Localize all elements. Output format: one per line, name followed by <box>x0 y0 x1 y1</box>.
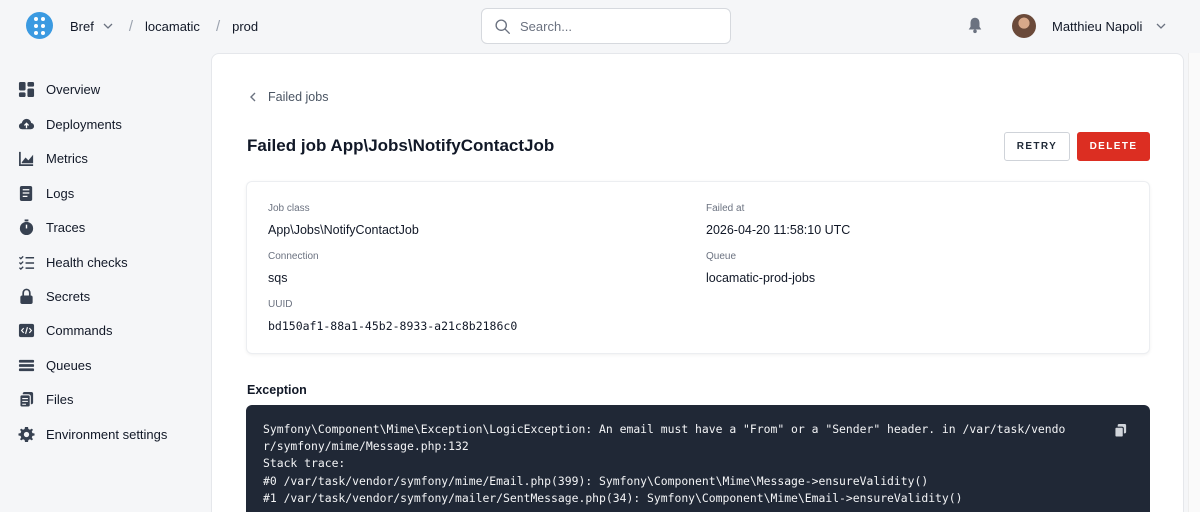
field-value: 2026-04-20 11:58:10 UTC <box>706 223 851 237</box>
breadcrumb: Bref / locamatic / prod <box>70 0 258 52</box>
sidebar-item-label: Deployments <box>46 116 122 132</box>
page-title: Failed job App\Jobs\NotifyContactJob <box>247 136 555 155</box>
chevron-down-icon <box>1156 23 1166 29</box>
breadcrumb-env[interactable]: prod <box>232 19 258 34</box>
sidebar: Overview Deployments Metrics Logs Traces… <box>0 52 211 512</box>
stopwatch-icon <box>19 218 34 235</box>
breadcrumb-org-label: Bref <box>70 18 94 34</box>
cloud-upload-icon <box>18 118 35 129</box>
delete-button[interactable]: DELETE <box>1077 132 1150 161</box>
field-label: UUID <box>268 299 293 310</box>
avatar[interactable] <box>1012 14 1036 38</box>
field-label: Failed at <box>706 203 745 214</box>
files-icon <box>19 391 34 408</box>
sidebar-item-label: Secrets <box>46 288 91 304</box>
checklist-icon <box>18 255 35 270</box>
field-label: Queue <box>706 251 737 262</box>
scrollbar[interactable] <box>1188 53 1200 512</box>
breadcrumb-app[interactable]: locamatic <box>145 19 200 34</box>
sidebar-item-label: Metrics <box>46 150 88 166</box>
code-line: Stack trace: <box>263 456 346 471</box>
sidebar-item-secrets[interactable]: Secrets <box>18 284 90 308</box>
breadcrumb-separator: / <box>128 17 134 35</box>
user-menu[interactable]: Matthieu Napoli <box>1052 0 1166 52</box>
retry-button[interactable]: RETRY <box>1004 132 1070 161</box>
bref-logo[interactable] <box>26 12 53 39</box>
code-line: Symfony\Component\Mime\Exception\LogicEx… <box>263 422 1066 436</box>
exception-code-block: Symfony\Component\Mime\Exception\LogicEx… <box>246 405 1150 512</box>
sidebar-item-queues[interactable]: Queues <box>18 353 92 377</box>
copy-icon[interactable] <box>1113 423 1128 438</box>
uuid-field: UUID bd150af1-88a1-45b2-8933-a21c8b2186c… <box>268 299 517 333</box>
connection-field: Connection sqs <box>268 251 319 285</box>
search-box[interactable] <box>481 8 731 44</box>
queue-field: Queue locamatic-prod-jobs <box>706 251 815 285</box>
back-link[interactable]: Failed jobs <box>248 90 328 104</box>
sidebar-item-commands[interactable]: Commands <box>18 318 112 342</box>
sidebar-item-deployments[interactable]: Deployments <box>18 112 122 136</box>
sidebar-item-label: Overview <box>46 81 101 97</box>
sidebar-item-health-checks[interactable]: Health checks <box>18 250 128 274</box>
exception-title: Exception <box>247 383 307 397</box>
logs-icon <box>19 185 33 201</box>
chevron-down-icon <box>103 23 113 29</box>
lock-icon <box>20 288 33 304</box>
code-line: r/symfony/mime/Message.php:132 <box>263 439 469 454</box>
field-label: Job class <box>268 203 310 214</box>
sidebar-item-label: Commands <box>46 322 113 338</box>
grid-icon <box>18 81 35 97</box>
sidebar-item-files[interactable]: Files <box>18 387 73 411</box>
user-name: Matthieu Napoli <box>1052 18 1143 34</box>
breadcrumb-separator: / <box>215 17 221 35</box>
sidebar-item-label: Logs <box>46 185 75 201</box>
logo-dots-icon <box>34 16 45 35</box>
sidebar-item-label: Health checks <box>46 254 128 270</box>
back-link-label: Failed jobs <box>268 90 329 104</box>
sidebar-item-traces[interactable]: Traces <box>18 215 85 239</box>
code-line: #0 /var/task/vendor/symfony/mime/Email.p… <box>263 473 929 488</box>
failed-at-field: Failed at 2026-04-20 11:58:10 UTC <box>706 203 850 237</box>
queue-icon <box>18 359 35 371</box>
sidebar-item-label: Queues <box>46 357 92 373</box>
field-value: locamatic-prod-jobs <box>706 271 816 285</box>
sidebar-item-environment-settings[interactable]: Environment settings <box>18 422 167 446</box>
field-value: bd150af1-88a1-45b2-8933-a21c8b2186c0 <box>268 319 518 333</box>
sidebar-item-logs[interactable]: Logs <box>18 181 74 205</box>
job-details-card: Job class App\Jobs\NotifyContactJob Fail… <box>246 181 1150 354</box>
search-icon <box>495 18 510 34</box>
job-class-field: Job class App\Jobs\NotifyContactJob <box>268 203 419 237</box>
gear-icon <box>18 426 35 442</box>
chart-icon <box>19 151 34 166</box>
sidebar-item-overview[interactable]: Overview <box>18 77 100 101</box>
code-icon <box>18 323 35 337</box>
main-panel: Failed jobs Failed job App\Jobs\NotifyCo… <box>211 53 1184 512</box>
breadcrumb-org[interactable]: Bref <box>70 19 113 34</box>
sidebar-item-label: Traces <box>46 219 86 235</box>
top-bar: Bref / locamatic / prod Matthieu Napoli <box>0 0 1200 52</box>
search-input[interactable] <box>520 18 710 34</box>
chevron-left-icon <box>250 92 256 102</box>
sidebar-item-metrics[interactable]: Metrics <box>18 146 88 170</box>
field-value: App\Jobs\NotifyContactJob <box>268 223 419 237</box>
field-value: sqs <box>268 271 288 285</box>
sidebar-item-label: Environment settings <box>46 426 168 442</box>
bell-icon[interactable] <box>966 16 984 34</box>
sidebar-item-label: Files <box>46 391 74 407</box>
field-label: Connection <box>268 251 319 262</box>
code-line: #1 /var/task/vendor/symfony/mailer/SentM… <box>263 490 963 505</box>
